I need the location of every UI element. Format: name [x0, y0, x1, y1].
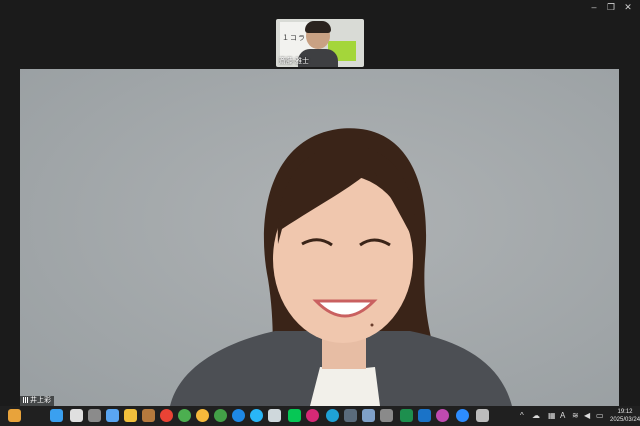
network-status-icon[interactable]: ▦ [548, 411, 556, 421]
task-view-icon[interactable] [88, 409, 101, 422]
mole [370, 323, 374, 327]
line-app-icon[interactable] [288, 409, 301, 422]
store-icon[interactable] [380, 409, 393, 422]
zoom-icon[interactable] [456, 409, 469, 422]
excel-icon[interactable] [400, 409, 413, 422]
chrome-profile-5-icon[interactable] [250, 409, 263, 422]
snipping-tool-icon[interactable] [362, 409, 375, 422]
onedrive-icon[interactable]: ☁ [532, 411, 540, 421]
copilot-icon[interactable] [106, 409, 119, 422]
photos-icon[interactable] [436, 409, 449, 422]
start-button-icon[interactable] [50, 409, 63, 422]
windows-taskbar: ^ ☁ ▦ A ≋ ◀ ▭ 19:12 2025/03/24 [0, 406, 640, 426]
thumbnail-participant-name: 斎藤 雅士 [279, 58, 309, 65]
show-hidden-icons-chevron[interactable]: ^ [520, 411, 524, 421]
clock-date: 2025/03/24 [610, 417, 640, 423]
more-apps-icon[interactable] [476, 409, 489, 422]
signal-strength-icon [23, 397, 28, 403]
speaker-video-image [20, 69, 619, 406]
speaker-name: 井上彩 [30, 397, 51, 404]
main-video-feed[interactable]: 井上彩 [20, 69, 619, 406]
chrome-profile-3-icon[interactable] [214, 409, 227, 422]
paint-app-icon[interactable] [8, 409, 21, 422]
remote-desktop-icon[interactable] [268, 409, 281, 422]
chrome-profile-2-icon[interactable] [196, 409, 209, 422]
volume-icon[interactable]: ◀ [584, 411, 590, 421]
clock-time: 19:12 [617, 409, 633, 415]
instagram-icon[interactable] [306, 409, 319, 422]
chrome-profile-4-icon[interactable] [232, 409, 245, 422]
minimize-button[interactable]: – [586, 0, 602, 14]
participant-thumbnail[interactable]: １コラ 斎藤 雅士 [276, 19, 364, 67]
thumbnail-participant-hair [305, 21, 331, 33]
battery-icon[interactable]: ▭ [596, 411, 604, 421]
chrome-icon[interactable] [160, 409, 173, 422]
outlook-icon[interactable] [418, 409, 431, 422]
white-shirt [310, 367, 380, 406]
font-indicator-icon[interactable]: A [560, 411, 565, 421]
search-icon[interactable] [70, 409, 83, 422]
file-explorer-icon[interactable] [124, 409, 137, 422]
taskbar-clock[interactable]: 19:12 2025/03/24 [610, 408, 640, 424]
maximize-button[interactable]: ❐ [603, 0, 619, 14]
speaker-name-tag: 井上彩 [20, 396, 54, 406]
close-window-button[interactable]: ✕ [620, 0, 636, 14]
calculator-icon[interactable] [344, 409, 357, 422]
edge-icon[interactable] [326, 409, 339, 422]
game-app-icon[interactable] [142, 409, 155, 422]
chrome-profile-1-icon[interactable] [178, 409, 191, 422]
wifi-icon[interactable]: ≋ [572, 411, 579, 421]
whiteboard-text: １コラ [282, 35, 306, 42]
